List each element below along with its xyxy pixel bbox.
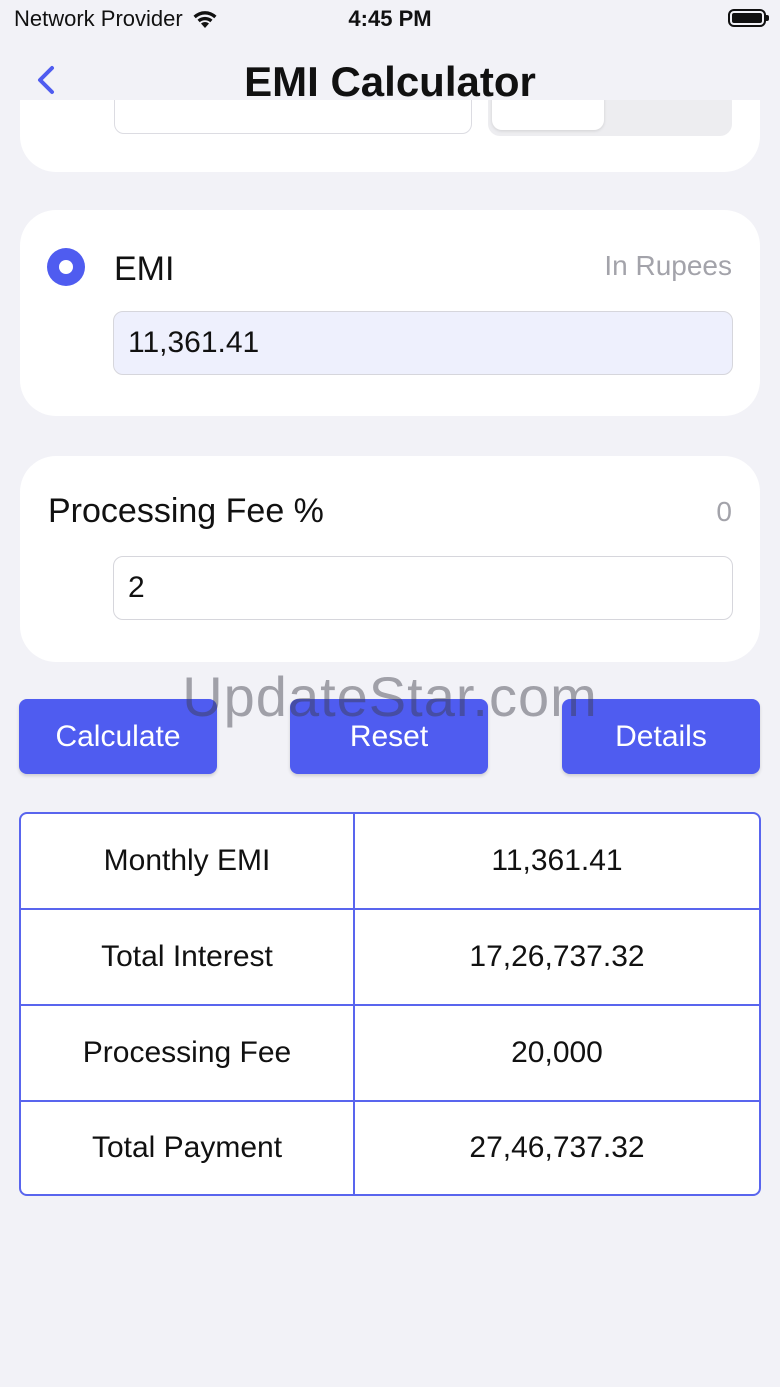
result-label: Total Interest xyxy=(21,910,355,1004)
battery-level xyxy=(732,13,762,23)
page-title: EMI Calculator xyxy=(244,58,536,105)
details-button[interactable]: Details xyxy=(562,699,760,774)
table-row: Total Payment 27,46,737.32 xyxy=(21,1102,759,1194)
table-row: Processing Fee 20,000 xyxy=(21,1006,759,1102)
result-value: 11,361.41 xyxy=(491,844,623,877)
calculate-button[interactable]: Calculate xyxy=(19,699,217,774)
segmented-toggle[interactable] xyxy=(488,100,732,136)
emi-input[interactable]: 11,361.41 xyxy=(113,311,733,375)
battery-icon xyxy=(728,9,769,27)
result-value: 17,26,737.32 xyxy=(469,940,645,973)
result-label: Processing Fee xyxy=(21,1006,355,1100)
result-label: Monthly EMI xyxy=(21,814,355,908)
processing-fee-label: Processing Fee % xyxy=(48,492,324,530)
reset-button[interactable]: Reset xyxy=(290,699,488,774)
table-row: Total Interest 17,26,737.32 xyxy=(21,910,759,1006)
emi-card: EMI In Rupees 11,361.41 xyxy=(20,210,760,416)
emi-unit-hint: In Rupees xyxy=(604,250,732,281)
result-value: 27,46,737.32 xyxy=(469,1131,645,1164)
segmented-toggle-knob xyxy=(492,100,604,130)
status-time: 4:45 PM xyxy=(348,6,432,31)
table-row: Monthly EMI 11,361.41 xyxy=(21,814,759,910)
radio-selected-dot xyxy=(59,260,73,274)
emi-radio-button[interactable] xyxy=(47,248,85,286)
processing-fee-card: Processing Fee % 0 2 xyxy=(20,456,760,662)
scrolled-card xyxy=(20,100,760,172)
hidden-input-field[interactable] xyxy=(114,100,472,134)
emi-label: EMI xyxy=(114,250,175,288)
result-value: 20,000 xyxy=(511,1036,603,1069)
results-table: Monthly EMI 11,361.41 Total Interest 17,… xyxy=(19,812,761,1196)
result-label: Total Payment xyxy=(21,1102,355,1194)
processing-fee-input[interactable]: 2 xyxy=(113,556,733,620)
status-bar: Network Provider 4:45 PM xyxy=(0,0,780,40)
processing-fee-hint: 0 xyxy=(716,496,732,527)
